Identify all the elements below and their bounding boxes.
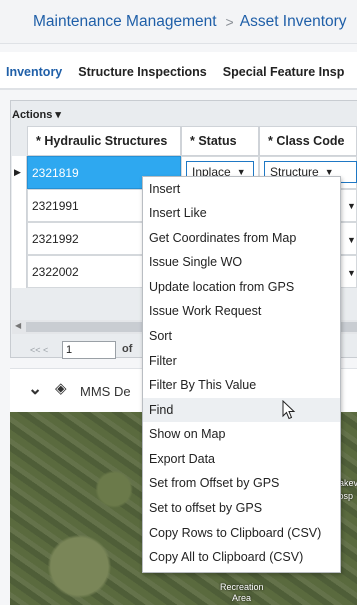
breadcrumb-separator: >	[225, 13, 234, 30]
breadcrumb-module-link[interactable]: Maintenance Management	[33, 13, 217, 31]
pager-of-label: of	[122, 343, 133, 355]
chevron-down-icon[interactable]: ▼	[347, 268, 356, 278]
cell-hydraulic-structure-id: 2321819	[32, 165, 79, 180]
menu-item-get-coordinates-from-map[interactable]: Get Coordinates from Map	[143, 226, 340, 250]
menu-item-update-location-from-gps[interactable]: Update location from GPS	[143, 275, 340, 299]
menu-item-set-from-offset-by-gps[interactable]: Set from Offset by GPS	[143, 471, 340, 495]
cell-hydraulic-structure-id: 2321992	[32, 231, 79, 246]
current-row-indicator-icon: ▶	[14, 167, 21, 177]
tab-special-feature-inspections[interactable]: Special Feature Insp	[215, 65, 353, 88]
map-label-recreation: Recreation	[220, 582, 264, 592]
menu-item-issue-single-wo[interactable]: Issue Single WO	[143, 250, 340, 274]
tab-bar: Inventory Structure Inspections Special …	[0, 52, 357, 90]
menu-item-sort[interactable]: Sort	[143, 324, 340, 348]
menu-item-show-on-map[interactable]: Show on Map	[143, 422, 340, 446]
menu-item-filter-by-this-value[interactable]: Filter By This Value	[143, 373, 340, 397]
chevrons-down-icon[interactable]: ⌄	[28, 379, 42, 399]
menu-item-filter[interactable]: Filter	[143, 349, 340, 373]
column-header-status[interactable]: * Status	[181, 126, 259, 156]
pager-previous-buttons[interactable]: << <	[30, 345, 48, 355]
scroll-left-icon[interactable]: ◀	[15, 321, 21, 330]
chevron-down-icon[interactable]: ▼	[347, 201, 356, 211]
chevron-down-icon[interactable]: ▼	[347, 235, 356, 245]
tab-inventory[interactable]: Inventory	[0, 65, 70, 88]
map-layer-label[interactable]: MMS De	[80, 384, 131, 399]
page-number-input[interactable]: 1	[62, 341, 116, 359]
menu-item-copy-all-to-clipboard[interactable]: Copy All to Clipboard (CSV)	[143, 545, 340, 569]
menu-item-find[interactable]: Find	[143, 398, 340, 422]
map-label-area: Area	[232, 593, 252, 603]
breadcrumb-page-link[interactable]: Asset Inventory	[240, 13, 347, 31]
menu-item-set-to-offset-by-gps[interactable]: Set to offset by GPS	[143, 496, 340, 520]
menu-item-insert-like[interactable]: Insert Like	[143, 201, 340, 225]
actions-menu-button[interactable]: Actions ▾	[12, 108, 61, 121]
mouse-cursor-icon	[282, 400, 296, 420]
column-header-hydraulic-structures[interactable]: * Hydraulic Structures	[27, 126, 181, 156]
column-header-class-code[interactable]: * Class Code	[259, 126, 357, 156]
tab-structure-inspections[interactable]: Structure Inspections	[70, 65, 215, 88]
menu-item-export-data[interactable]: Export Data	[143, 447, 340, 471]
context-menu: Insert Insert Like Get Coordinates from …	[142, 176, 341, 573]
cell-hydraulic-structure-id: 2322002	[32, 264, 79, 279]
layers-icon[interactable]: ◈	[55, 379, 67, 397]
menu-item-copy-rows-to-clipboard[interactable]: Copy Rows to Clipboard (CSV)	[143, 521, 340, 545]
cell-hydraulic-structure-id: 2321991	[32, 198, 79, 213]
breadcrumb: Maintenance Management > Asset Inventory	[0, 0, 357, 44]
menu-item-insert[interactable]: Insert	[143, 177, 340, 201]
menu-item-issue-work-request[interactable]: Issue Work Request	[143, 299, 340, 323]
